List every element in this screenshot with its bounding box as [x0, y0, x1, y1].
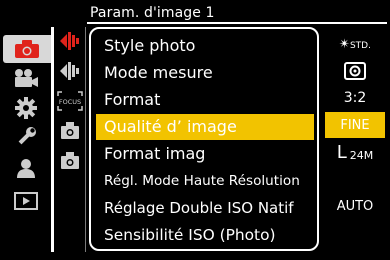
menu-item-high-resolution-mode[interactable]: Régl. Mode Haute Résolution [96, 168, 314, 194]
sidebar-item-setup[interactable] [0, 124, 52, 152]
value-iso-sensitivity [325, 220, 385, 246]
metering-icon [344, 62, 366, 80]
gear-icon [15, 97, 37, 119]
subtab-camera-settings-1[interactable] [54, 117, 86, 145]
image-size-mp: 24M [349, 148, 374, 162]
camera-icon [15, 40, 39, 58]
value-high-resolution-mode [325, 166, 385, 192]
subtab-image-settings-2[interactable] [54, 57, 86, 85]
image-settings-icon [60, 62, 79, 80]
photo-style-icon: ✴STD. [339, 36, 371, 52]
sidebar-item-custom[interactable] [0, 94, 52, 122]
menu-item-metering-mode[interactable]: Mode mesure [96, 60, 314, 86]
subtab-camera-settings-2[interactable] [54, 147, 86, 175]
page-title: Param. d'image 1 [90, 5, 215, 21]
focus-label: FOCUS [59, 98, 81, 106]
menu-item-dual-native-iso[interactable]: Réglage Double ISO Natif [96, 195, 314, 221]
menu-panel: Style photo Mode mesure Format Qualité d… [89, 27, 319, 251]
playback-icon [14, 192, 38, 210]
camera-settings-icon [61, 152, 79, 169]
person-icon [17, 159, 35, 178]
image-settings-icon [60, 32, 79, 50]
value-dual-native-iso: AUTO [336, 198, 374, 214]
photo-style-value: STD. [349, 40, 371, 51]
subtab-divider [85, 27, 86, 252]
sidebar-item-video[interactable] [0, 64, 52, 92]
wrench-icon [18, 127, 36, 145]
value-metering-mode [325, 58, 385, 84]
menu-item-iso-sensitivity-photo[interactable]: Sensibilité ISO (Photo) [96, 222, 314, 248]
sidebar-item-photo[interactable] [3, 35, 51, 63]
value-column: ✴STD. 3:2 FINE L 24M AUTO [325, 27, 385, 252]
camera-settings-icon [61, 122, 79, 139]
focus-icon: FOCUS [57, 91, 83, 111]
value-aspect-ratio: 3:2 [343, 90, 367, 106]
subtab-focus[interactable]: FOCUS [54, 87, 86, 115]
sub-tab-column: FOCUS [54, 27, 86, 252]
menu-item-image-size[interactable]: Format imag [96, 141, 314, 167]
value-image-quality: FINE [325, 112, 385, 138]
sidebar-item-playback[interactable] [0, 187, 52, 215]
value-style-photo: ✴STD. [325, 31, 385, 57]
sidebar-item-my-menu[interactable] [0, 154, 52, 182]
menu-item-style-photo[interactable]: Style photo [96, 33, 314, 59]
menu-item-image-quality[interactable]: Qualité d’ image [96, 114, 314, 140]
image-size-letter: L [336, 141, 347, 163]
video-camera-icon [15, 69, 38, 87]
main-menu-sidebar [0, 27, 52, 247]
subtab-image-settings-1[interactable] [54, 27, 86, 55]
menu-item-aspect-ratio[interactable]: Format [96, 87, 314, 113]
value-image-size: L 24M [325, 139, 385, 165]
header-divider [87, 22, 387, 24]
